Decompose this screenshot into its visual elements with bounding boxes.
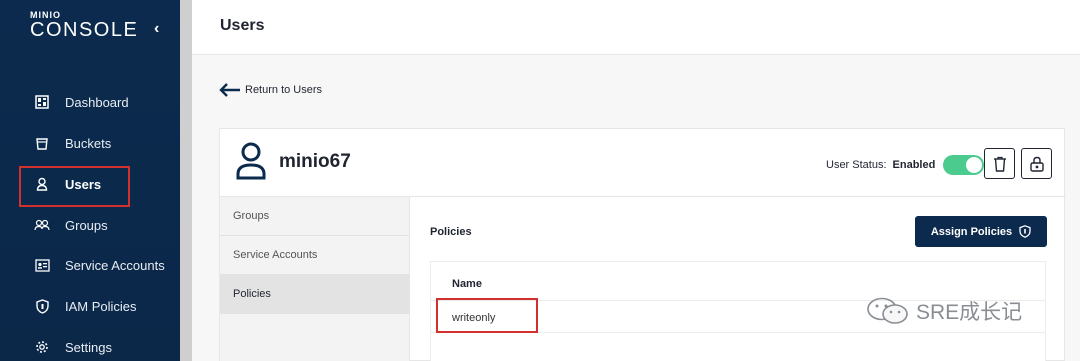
sidebar-item-label: Settings [65, 339, 112, 355]
assign-policies-label: Assign Policies [930, 225, 1013, 238]
user-name: minio67 [279, 151, 351, 172]
gear-icon [34, 339, 50, 355]
lock-icon [1029, 156, 1044, 172]
trash-icon [993, 156, 1006, 172]
sidebar-item-settings[interactable]: Settings [34, 336, 112, 358]
tab-policies[interactable]: Policies [220, 275, 409, 314]
user-avatar-icon [236, 142, 266, 180]
user-status-label: User Status: [826, 159, 887, 171]
sidebar-item-buckets[interactable]: Buckets [34, 132, 111, 154]
user-header: minio67 User Status: Enabled [220, 129, 1066, 197]
collapse-sidebar-icon[interactable]: ‹ [154, 20, 159, 38]
user-tabs-menu: Groups Service Accounts Policies [220, 197, 410, 361]
delete-user-button[interactable] [984, 148, 1015, 179]
tab-service-accounts[interactable]: Service Accounts [220, 236, 409, 275]
change-password-button[interactable] [1021, 148, 1052, 179]
policies-title: Policies [430, 226, 472, 238]
sidebar-item-groups[interactable]: Groups [34, 214, 108, 236]
page-title: Users [220, 17, 265, 34]
logo-big: CONSOLE [30, 19, 139, 41]
shield-icon [1019, 225, 1031, 238]
return-to-users-label: Return to Users [245, 84, 323, 96]
sidebar-item-label: Buckets [65, 135, 112, 151]
highlight-users [19, 166, 130, 207]
column-header-name: Name [452, 278, 482, 290]
wechat-icon [867, 297, 908, 324]
sidebar-item-iam-policies[interactable]: IAM Policies [34, 295, 137, 317]
tab-groups[interactable]: Groups [220, 197, 409, 236]
watermark-text: SRE成长记 [916, 301, 1023, 324]
return-to-users-link[interactable]: Return to Users [219, 82, 322, 98]
dashboard-icon [34, 94, 50, 110]
sidebar-item-dashboard[interactable]: Dashboard [34, 91, 129, 113]
user-details-card: minio67 User Status: Enabled Groups Serv… [219, 128, 1066, 361]
sidebar-item-label: Groups [65, 217, 108, 233]
sidebar-item-service-accounts[interactable]: Service Accounts [34, 254, 165, 276]
assign-policies-button[interactable]: Assign Policies [915, 216, 1047, 247]
user-status: User Status: Enabled [826, 155, 985, 175]
watermark: SRE成长记 [866, 296, 1022, 326]
highlight-policy-row [436, 298, 538, 333]
service-accounts-icon [34, 257, 50, 273]
logo[interactable]: MINIO CONSOLE [30, 10, 138, 40]
user-status-toggle[interactable] [943, 155, 985, 175]
arrow-left-icon [219, 83, 240, 97]
sidebar-item-label: Service Accounts [65, 257, 165, 273]
groups-icon [34, 217, 50, 233]
user-status-value: Enabled [892, 159, 936, 171]
bucket-icon [34, 135, 50, 151]
sidebar-scrollbar[interactable] [180, 0, 192, 361]
page-header: Users [192, 0, 1080, 55]
shield-icon [34, 298, 50, 314]
sidebar-item-label: Dashboard [65, 94, 129, 110]
sidebar-item-label: IAM Policies [65, 298, 137, 314]
toggle-knob [966, 157, 983, 173]
